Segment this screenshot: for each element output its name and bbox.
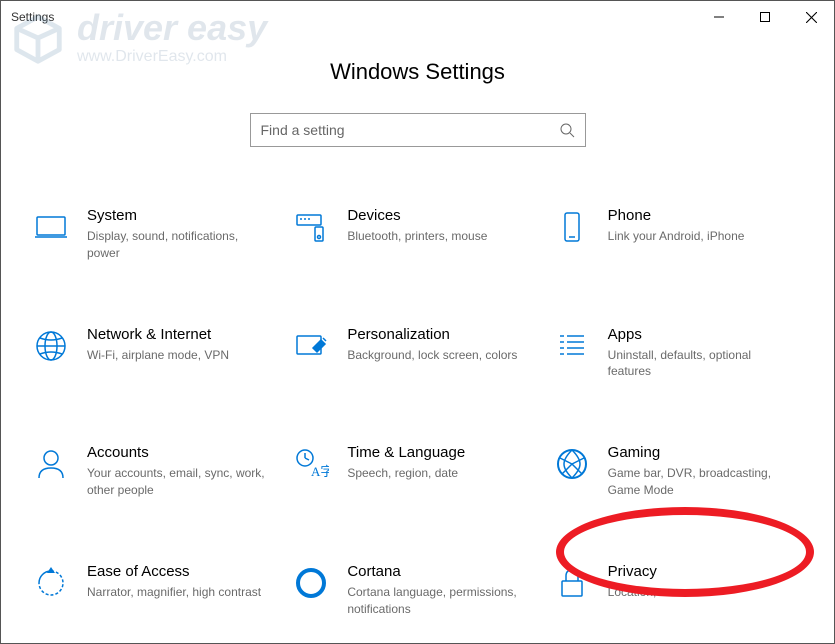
search-icon: [559, 122, 575, 138]
ease-icon: [33, 565, 69, 601]
category-time[interactable]: A字 Time & Language Speech, region, date: [291, 440, 543, 503]
category-title: Accounts: [87, 444, 269, 461]
titlebar-controls: [696, 1, 834, 33]
minimize-button[interactable]: [696, 1, 742, 33]
apps-icon: [554, 328, 590, 364]
window-title: Settings: [11, 10, 54, 24]
category-desc: Your accounts, email, sync, work, other …: [87, 465, 269, 499]
time-icon: A字: [293, 446, 329, 482]
category-desc: Cortana language, permissions, notificat…: [347, 584, 529, 618]
category-desc: Bluetooth, printers, mouse: [347, 228, 529, 245]
devices-icon: [293, 209, 329, 245]
category-desc: Display, sound, notifications, power: [87, 228, 269, 262]
category-desc: Narrator, magnifier, high contrast: [87, 584, 269, 601]
cortana-icon: [293, 565, 329, 601]
category-title: Devices: [347, 207, 529, 224]
search-container: [1, 113, 834, 147]
category-title: Privacy: [608, 563, 790, 580]
category-desc: Game bar, DVR, broadcasting, Game Mode: [608, 465, 790, 499]
category-gaming[interactable]: Gaming Game bar, DVR, broadcasting, Game…: [552, 440, 804, 503]
category-accounts[interactable]: Accounts Your accounts, email, sync, wor…: [31, 440, 283, 503]
personalization-icon: [293, 328, 329, 364]
page-title: Windows Settings: [1, 59, 834, 85]
close-button[interactable]: [788, 1, 834, 33]
maximize-icon: [760, 12, 770, 22]
accounts-icon: [33, 446, 69, 482]
category-desc: Speech, region, date: [347, 465, 529, 482]
maximize-button[interactable]: [742, 1, 788, 33]
category-desc: Location, camera: [608, 584, 790, 601]
privacy-icon: [554, 565, 590, 601]
category-system[interactable]: System Display, sound, notifications, po…: [31, 203, 283, 266]
category-privacy[interactable]: Privacy Location, camera: [552, 559, 804, 622]
category-desc: Background, lock screen, colors: [347, 347, 529, 364]
category-title: Apps: [608, 326, 790, 343]
category-devices[interactable]: Devices Bluetooth, printers, mouse: [291, 203, 543, 266]
search-box[interactable]: [250, 113, 586, 147]
svg-text:A字: A字: [311, 464, 329, 479]
category-phone[interactable]: Phone Link your Android, iPhone: [552, 203, 804, 266]
category-title: Personalization: [347, 326, 529, 343]
category-title: System: [87, 207, 269, 224]
category-cortana[interactable]: Cortana Cortana language, permissions, n…: [291, 559, 543, 622]
category-desc: Link your Android, iPhone: [608, 228, 790, 245]
phone-icon: [554, 209, 590, 245]
titlebar: Settings: [1, 1, 834, 33]
category-personalization[interactable]: Personalization Background, lock screen,…: [291, 322, 543, 385]
category-desc: Wi-Fi, airplane mode, VPN: [87, 347, 269, 364]
category-title: Phone: [608, 207, 790, 224]
category-title: Time & Language: [347, 444, 529, 461]
gaming-icon: [554, 446, 590, 482]
category-network[interactable]: Network & Internet Wi-Fi, airplane mode,…: [31, 322, 283, 385]
search-input[interactable]: [261, 122, 559, 138]
system-icon: [33, 209, 69, 245]
category-title: Gaming: [608, 444, 790, 461]
category-title: Ease of Access: [87, 563, 269, 580]
close-icon: [806, 12, 817, 23]
category-apps[interactable]: Apps Uninstall, defaults, optional featu…: [552, 322, 804, 385]
category-desc: Uninstall, defaults, optional features: [608, 347, 790, 381]
category-title: Cortana: [347, 563, 529, 580]
category-title: Network & Internet: [87, 326, 269, 343]
minimize-icon: [714, 12, 724, 22]
network-icon: [33, 328, 69, 364]
category-ease[interactable]: Ease of Access Narrator, magnifier, high…: [31, 559, 283, 622]
categories-grid: System Display, sound, notifications, po…: [1, 203, 834, 621]
